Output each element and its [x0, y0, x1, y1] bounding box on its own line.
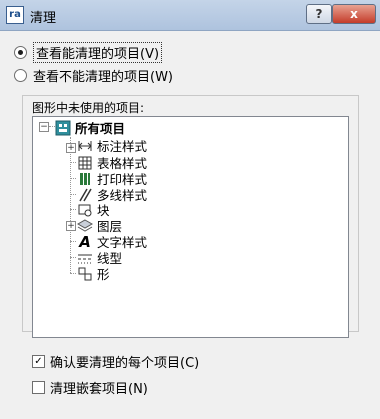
tree-connector: [70, 178, 76, 179]
shape-icon: [77, 266, 93, 282]
group-label: 图形中未使用的项目:: [32, 101, 145, 115]
tree-connector: [70, 137, 71, 273]
app-icon: ra: [6, 6, 24, 24]
tree-root-label: 所有项目: [75, 121, 126, 136]
tree-connector: [70, 209, 76, 210]
all-items-icon: [55, 120, 71, 136]
checkbox-unchecked-icon[interactable]: [32, 381, 45, 394]
expand-icon[interactable]: +: [66, 221, 76, 231]
purge-dialog: ra 清理 ? x 查看能清理的项目(V) 查看不能清理的项目(W) 图形中未使…: [0, 0, 380, 419]
items-tree[interactable]: − 所有项目 + 标注样式 表格样式 打印样式 多线样式 块 + 图层 A 文字…: [32, 116, 349, 338]
tree-connector: [70, 194, 76, 195]
confirm-each-item-label: 确认要清理的每个项目(C): [50, 356, 200, 371]
purge-nested-option[interactable]: 清理嵌套项目(N): [32, 378, 148, 397]
close-button[interactable]: x: [332, 4, 376, 24]
help-button[interactable]: ?: [306, 4, 332, 24]
view-nonpurgeable-option[interactable]: 查看不能清理的项目(W): [14, 66, 173, 85]
tree-root[interactable]: 所有项目: [55, 118, 125, 137]
tree-item-shape[interactable]: 形: [77, 264, 110, 283]
view-purgeable-option[interactable]: 查看能清理的项目(V): [14, 42, 163, 63]
radio-unselected-icon[interactable]: [14, 69, 27, 82]
checkbox-checked-icon[interactable]: ✓: [32, 355, 45, 368]
tree-connector: [70, 241, 76, 242]
title-bar: ra 清理 ? x: [0, 0, 380, 31]
expand-icon[interactable]: +: [66, 143, 76, 153]
tree-item-label: 形: [97, 267, 110, 282]
collapse-icon[interactable]: −: [39, 122, 49, 132]
tree-connector: [70, 162, 76, 163]
confirm-each-item-option[interactable]: ✓ 确认要清理的每个项目(C): [32, 352, 199, 371]
view-purgeable-label: 查看能清理的项目(V): [33, 42, 163, 63]
purge-nested-label: 清理嵌套项目(N): [50, 382, 148, 397]
view-nonpurgeable-label: 查看不能清理的项目(W): [33, 70, 173, 85]
tree-connector: [70, 273, 76, 274]
radio-selected-icon[interactable]: [14, 46, 27, 59]
tree-connector: [70, 257, 76, 258]
dimension-style-icon: [77, 138, 93, 154]
window-title: 清理: [30, 11, 57, 26]
